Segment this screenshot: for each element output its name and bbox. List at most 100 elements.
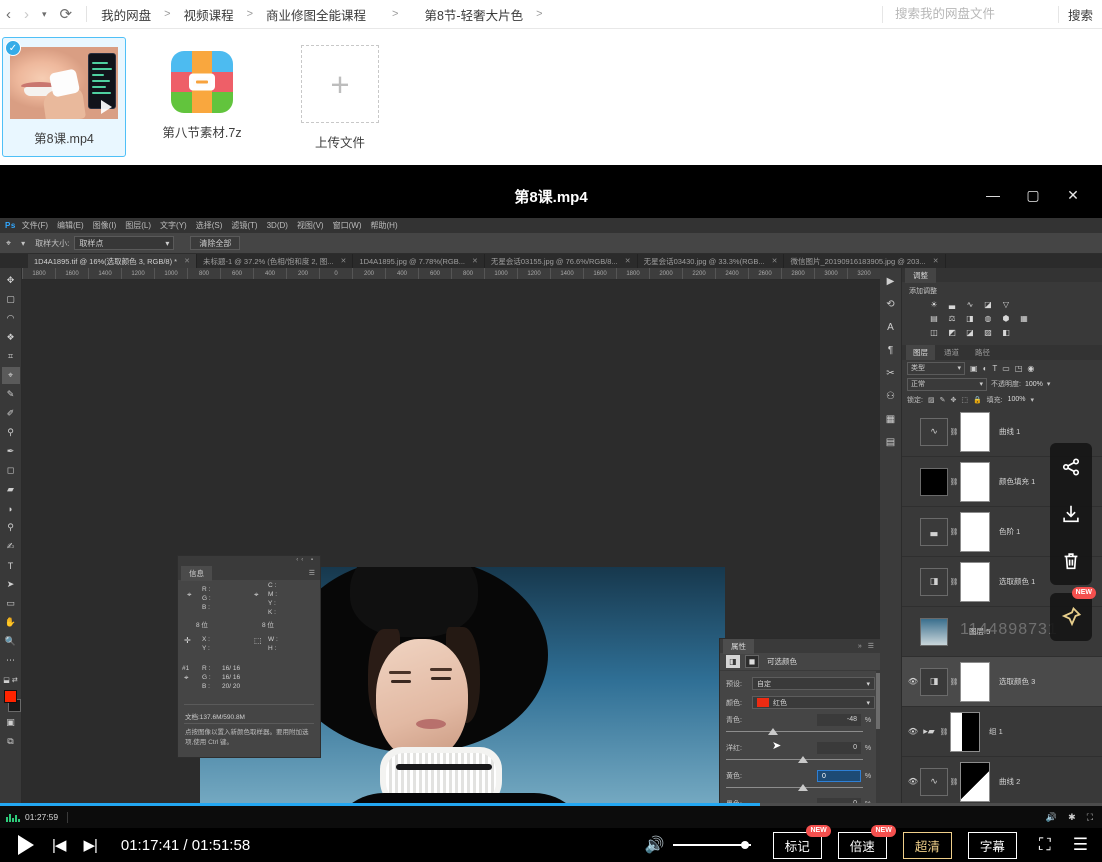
posterize-icon[interactable]: ◩ xyxy=(946,327,958,338)
properties-panel-header[interactable]: 属性 » ☰ xyxy=(720,638,881,654)
refresh-icon[interactable]: ⟳ xyxy=(60,7,73,22)
chevron-down-icon[interactable]: ▾ xyxy=(1031,396,1035,404)
mark-button[interactable]: 标记 NEW xyxy=(772,824,831,859)
close-icon[interactable]: ✕ xyxy=(341,257,347,265)
color-select[interactable]: 红色 ▾ xyxy=(752,696,875,709)
document-tab[interactable]: 1D4A1895.jpg @ 7.78%(RGB... ✕ xyxy=(353,254,485,268)
blur-icon[interactable]: ◗ xyxy=(2,500,20,517)
download-icon[interactable] xyxy=(1060,503,1082,525)
slider-value[interactable]: 0 xyxy=(817,770,861,782)
curves-icon[interactable]: ∿ xyxy=(964,299,976,310)
blend-mode-select[interactable]: 正常 ▾ xyxy=(907,377,987,391)
channel-mixer-icon[interactable]: ⬢ xyxy=(1000,313,1012,324)
chevron-down-icon[interactable]: ▾ xyxy=(42,9,47,19)
screen-mode-icon[interactable]: ⧉ xyxy=(2,733,20,750)
playlist-icon[interactable]: ☰ xyxy=(1073,835,1088,855)
levels-icon[interactable]: ▃ xyxy=(920,517,948,546)
menu-filter[interactable]: 滤镜(T) xyxy=(231,220,257,231)
volume-knob[interactable] xyxy=(740,841,749,849)
close-icon[interactable]: ✕ xyxy=(184,257,190,265)
bulb-icon[interactable]: ◉ xyxy=(1027,364,1034,373)
eyedropper-icon[interactable]: ⌖ xyxy=(6,238,11,249)
settings-icon[interactable]: ✱ xyxy=(1068,812,1076,823)
eraser-icon[interactable]: ◻ xyxy=(2,462,20,479)
slider-track[interactable] xyxy=(726,756,875,765)
mute-icon[interactable]: 🔊 xyxy=(1046,812,1057,823)
slider-value[interactable]: -48 xyxy=(817,714,861,726)
selective-color-icon[interactable]: ◨ xyxy=(920,667,948,696)
lock-artboard-icon[interactable]: ⬚ xyxy=(961,396,968,404)
maximize-button[interactable]: ▢ xyxy=(1016,182,1050,208)
slider-value[interactable]: 0 xyxy=(817,742,861,754)
tab-layers[interactable]: 图层 xyxy=(906,345,935,360)
document-tab[interactable]: 1D4A1895.tif @ 16%(选取颜色 3, RGB/8) * ✕ xyxy=(28,254,197,268)
threshold-icon[interactable]: ◪ xyxy=(964,327,976,338)
selective-color-icon[interactable]: ◨ xyxy=(920,567,948,596)
close-button[interactable]: ✕ xyxy=(1056,182,1090,208)
breadcrumb-item-2[interactable]: 商业修图全能课程 xyxy=(266,5,366,24)
eye-icon[interactable]: 👁 xyxy=(906,777,920,786)
solid-color-icon[interactable] xyxy=(920,467,948,496)
clear-all-button[interactable]: 清除全部 xyxy=(190,236,241,250)
history-brush-icon[interactable]: ✒ xyxy=(2,443,20,460)
zoom-icon[interactable]: 🔍 xyxy=(2,633,20,650)
menu-file[interactable]: 文件(F) xyxy=(22,220,48,231)
pen-icon[interactable]: ✍ xyxy=(2,538,20,555)
menu-view[interactable]: 视图(V) xyxy=(297,220,324,231)
share-icon[interactable] xyxy=(1060,456,1082,478)
healing-icon[interactable]: ✎ xyxy=(2,386,20,403)
document-tab[interactable]: 无星会话03155.jpg @ 76.6%/RGB/8... ✕ xyxy=(485,254,638,268)
tab-channels[interactable]: 通道 xyxy=(937,345,966,360)
search-button[interactable]: 搜索 xyxy=(1059,5,1102,24)
lock-all-icon[interactable]: 🔒 xyxy=(973,396,982,404)
quality-button[interactable]: 超清 xyxy=(902,831,952,859)
layer-mask-thumbnail[interactable] xyxy=(960,461,990,502)
menu-edit[interactable]: 编辑(E) xyxy=(57,220,84,231)
more-tools-icon[interactable]: ⋯ xyxy=(2,652,20,669)
preset-select[interactable]: 自定 ▾ xyxy=(752,677,875,690)
libraries-icon[interactable]: ▤ xyxy=(886,437,895,448)
timeline-icon[interactable]: ▶ xyxy=(887,276,895,287)
volume-icon[interactable]: 🔊 xyxy=(645,835,665,855)
swatches-icon[interactable]: ▦ xyxy=(886,414,895,425)
panel-menu-icon[interactable]: ☰ xyxy=(309,569,315,577)
lock-transparency-icon[interactable]: ▨ xyxy=(928,396,935,404)
smart-filter-icon[interactable]: ◳ xyxy=(1015,364,1023,373)
layer-mask-thumbnail[interactable] xyxy=(950,711,980,752)
gradient-icon[interactable]: ▰ xyxy=(2,481,20,498)
close-icon[interactable]: ✕ xyxy=(772,257,778,265)
slider-thumb[interactable] xyxy=(767,728,778,735)
close-icon[interactable]: ✕ xyxy=(472,257,478,265)
color-lookup-icon[interactable]: ▦ xyxy=(1018,313,1030,324)
character-icon[interactable]: A xyxy=(887,322,894,333)
move-icon[interactable]: ✥ xyxy=(2,272,20,289)
history-icon[interactable]: ⟲ xyxy=(886,299,894,310)
brushes-icon[interactable]: ⚇ xyxy=(886,391,895,402)
breadcrumb-item-0[interactable]: 我的网盘 xyxy=(101,5,151,24)
invert-icon[interactable]: ◫ xyxy=(928,327,940,338)
bw-icon[interactable]: ◨ xyxy=(964,313,976,324)
panel-collapse-icon[interactable]: ‹‹ ▪ xyxy=(296,557,316,563)
options-chevron-icon[interactable]: ▾ xyxy=(21,239,25,248)
menu-window[interactable]: 窗口(W) xyxy=(333,220,362,231)
file-item-video[interactable]: ✓ 第8课.mp4 xyxy=(2,37,126,157)
tab-properties[interactable]: 属性 xyxy=(723,638,754,654)
layer-mask-thumbnail[interactable] xyxy=(960,411,990,452)
crop-icon[interactable]: ⌗ xyxy=(2,348,20,365)
paragraph-icon[interactable]: ¶ xyxy=(888,345,893,356)
lock-position-icon[interactable]: ✥ xyxy=(950,396,956,404)
quick-select-icon[interactable]: ❖ xyxy=(2,329,20,346)
menu-layer[interactable]: 图层(L) xyxy=(125,220,151,231)
document-tab[interactable]: 无星会话03430.jpg @ 33.3%(RGB... ✕ xyxy=(638,254,785,268)
layer-mask-thumbnail[interactable] xyxy=(960,761,990,802)
volume-slider[interactable] xyxy=(672,839,751,851)
path-select-icon[interactable]: ➤ xyxy=(2,576,20,593)
layer-filter-select[interactable]: 类型 ▾ xyxy=(907,361,965,375)
trash-icon[interactable] xyxy=(1060,550,1082,572)
pin-button[interactable]: NEW xyxy=(1050,587,1096,641)
table-row[interactable]: 👁 ▸▰ ⛓ 组 1 xyxy=(902,707,1102,757)
chevron-down-icon[interactable]: ▾ xyxy=(1047,380,1051,388)
menu-image[interactable]: 图像(I) xyxy=(93,220,117,231)
forward-icon[interactable]: › xyxy=(24,7,29,22)
tab-info[interactable]: 信息 xyxy=(181,565,212,581)
